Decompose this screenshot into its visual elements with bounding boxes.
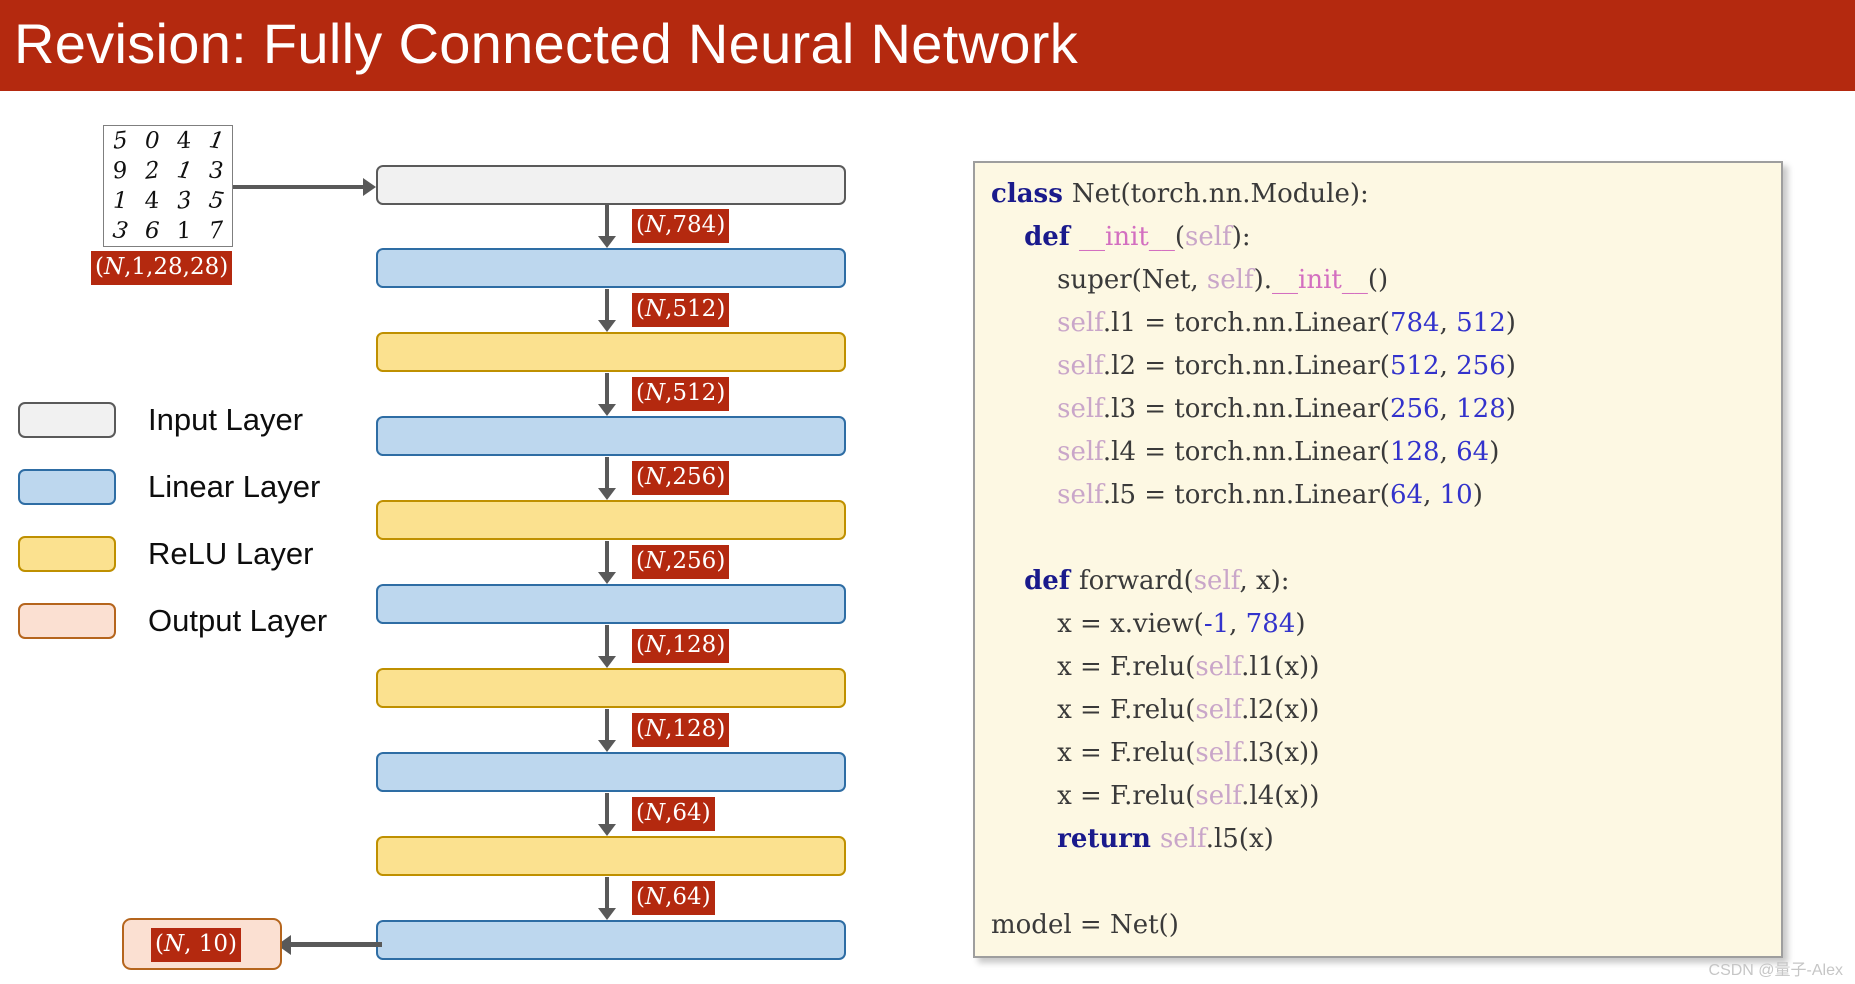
mnist-digit: 0 <box>144 126 160 155</box>
code-line: self.l3 = torch.nn.Linear(256, 128) <box>1057 394 1516 424</box>
mnist-digit: 3 <box>208 156 224 185</box>
connector-line-6 <box>605 625 609 657</box>
mnist-digit: 5 <box>206 186 226 215</box>
legend-label-output: Output Layer <box>148 603 328 638</box>
layer-box-linear4[interactable] <box>376 752 846 792</box>
mnist-digit: 5 <box>112 126 128 155</box>
code-line: def __init__(self): <box>1024 222 1251 252</box>
layer-box-linear3[interactable] <box>376 584 846 624</box>
layer-box-relu2[interactable] <box>376 500 846 540</box>
connector-arrow-head-icon-6 <box>598 656 616 668</box>
legend-swatch-input-icon <box>18 402 116 438</box>
output-shape-tag: (N, 10) <box>151 928 241 962</box>
connector-arrow-head-icon-7 <box>598 740 616 752</box>
mnist-digit: 1 <box>174 156 194 185</box>
legend-swatch-output-icon <box>18 603 116 639</box>
input-arrow-line <box>233 185 367 189</box>
mnist-digit: 6 <box>144 216 160 245</box>
legend-swatch-linear-icon <box>18 469 116 505</box>
mnist-digit: 7 <box>208 216 224 245</box>
mnist-digit: 3 <box>176 186 192 215</box>
code-line: x = x.view(-1, 784) <box>991 609 1306 639</box>
layer-box-linear2[interactable] <box>376 416 846 456</box>
connector-arrow-head-icon-3 <box>598 404 616 416</box>
legend-item-linear: Linear Layer <box>18 459 358 526</box>
code-line: x = F.relu(self.l4(x)) <box>991 781 1320 811</box>
connector-line-4 <box>605 457 609 489</box>
code-line: class Net(torch.nn.Module): <box>991 179 1369 209</box>
mnist-digit: 1 <box>174 217 194 244</box>
connector-line-2 <box>605 289 609 321</box>
layer-box-relu3[interactable] <box>376 668 846 708</box>
shape-tag-1: (N,784) <box>632 209 730 243</box>
connector-arrow-head-icon-2 <box>598 320 616 332</box>
legend: Input Layer Linear Layer ReLU Layer Outp… <box>18 392 358 660</box>
shape-tag-9: (N,64) <box>632 881 715 915</box>
connector-line-8 <box>605 793 609 825</box>
code-line: self.l1 = torch.nn.Linear(784, 512) <box>1057 308 1516 338</box>
code-line: self.l2 = torch.nn.Linear(512, 256) <box>1057 351 1516 381</box>
mnist-digit: 3 <box>110 216 130 245</box>
mnist-digit: 4 <box>174 127 194 154</box>
connector-line-1 <box>605 205 609 237</box>
code-panel[interactable]: class Net(torch.nn.Module): def __init__… <box>973 161 1783 958</box>
connector-arrow-head-icon-4 <box>598 488 616 500</box>
legend-label-linear: Linear Layer <box>148 469 321 504</box>
legend-label-input: Input Layer <box>148 402 304 437</box>
connector-arrow-head-icon-8 <box>598 824 616 836</box>
layer-box-relu1[interactable] <box>376 332 846 372</box>
shape-tag-4: (N,256) <box>632 461 730 495</box>
input-arrow-head-icon <box>363 178 376 196</box>
input-shape-tag: (N,1,28,28) <box>91 251 233 285</box>
connector-arrow-head-icon-9 <box>598 908 616 920</box>
connector-line-3 <box>605 373 609 405</box>
mnist-sample-image: 5 0 4 1 9 2 1 3 1 4 3 5 3 6 1 7 <box>103 125 233 247</box>
mnist-digit: 1 <box>206 126 226 155</box>
output-arrow-line <box>290 942 382 947</box>
legend-item-relu: ReLU Layer <box>18 526 358 593</box>
shape-tag-5: (N,256) <box>632 545 730 579</box>
code-line: def forward(self, x): <box>1024 566 1290 596</box>
watermark: CSDN @量子-Alex <box>1708 962 1843 979</box>
code-line: x = F.relu(self.l3(x)) <box>991 738 1320 768</box>
code-listing: class Net(torch.nn.Module): def __init__… <box>991 173 1775 947</box>
shape-tag-3: (N,512) <box>632 377 730 411</box>
shape-tag-2: (N,512) <box>632 293 730 327</box>
code-line: self.l4 = torch.nn.Linear(128, 64) <box>1057 437 1500 467</box>
layer-box-linear1[interactable] <box>376 248 846 288</box>
mnist-digit: 9 <box>110 157 130 184</box>
legend-item-input: Input Layer <box>18 392 358 459</box>
code-line: super(Net, self).__init__() <box>991 265 1389 295</box>
mnist-digit: 2 <box>144 156 160 185</box>
code-line: return self.l5(x) <box>1057 824 1274 854</box>
connector-line-9 <box>605 877 609 909</box>
connector-arrow-head-icon-5 <box>598 572 616 584</box>
connector-line-5 <box>605 541 609 573</box>
legend-label-relu: ReLU Layer <box>148 536 314 571</box>
mnist-digit-grid: 5 0 4 1 9 2 1 3 1 4 3 5 3 6 1 7 <box>104 126 232 246</box>
output-layer-box[interactable]: (N, 10) <box>122 918 282 970</box>
layer-box-linear5[interactable] <box>376 920 846 960</box>
code-line: self.l5 = torch.nn.Linear(64, 10) <box>1057 480 1483 510</box>
connector-line-7 <box>605 709 609 741</box>
legend-swatch-relu-icon <box>18 536 116 572</box>
mnist-digit: 4 <box>142 187 162 214</box>
shape-tag-7: (N,128) <box>632 713 730 747</box>
shape-tag-8: (N,64) <box>632 797 715 831</box>
mnist-digit: 1 <box>112 186 128 215</box>
code-line: model = Net() <box>991 910 1179 940</box>
layer-box-input[interactable] <box>376 165 846 205</box>
code-line: x = F.relu(self.l1(x)) <box>991 652 1320 682</box>
legend-item-output: Output Layer <box>18 593 358 660</box>
code-line: x = F.relu(self.l2(x)) <box>991 695 1320 725</box>
layer-box-relu4[interactable] <box>376 836 846 876</box>
connector-arrow-head-icon-1 <box>598 236 616 248</box>
shape-tag-6: (N,128) <box>632 629 730 663</box>
